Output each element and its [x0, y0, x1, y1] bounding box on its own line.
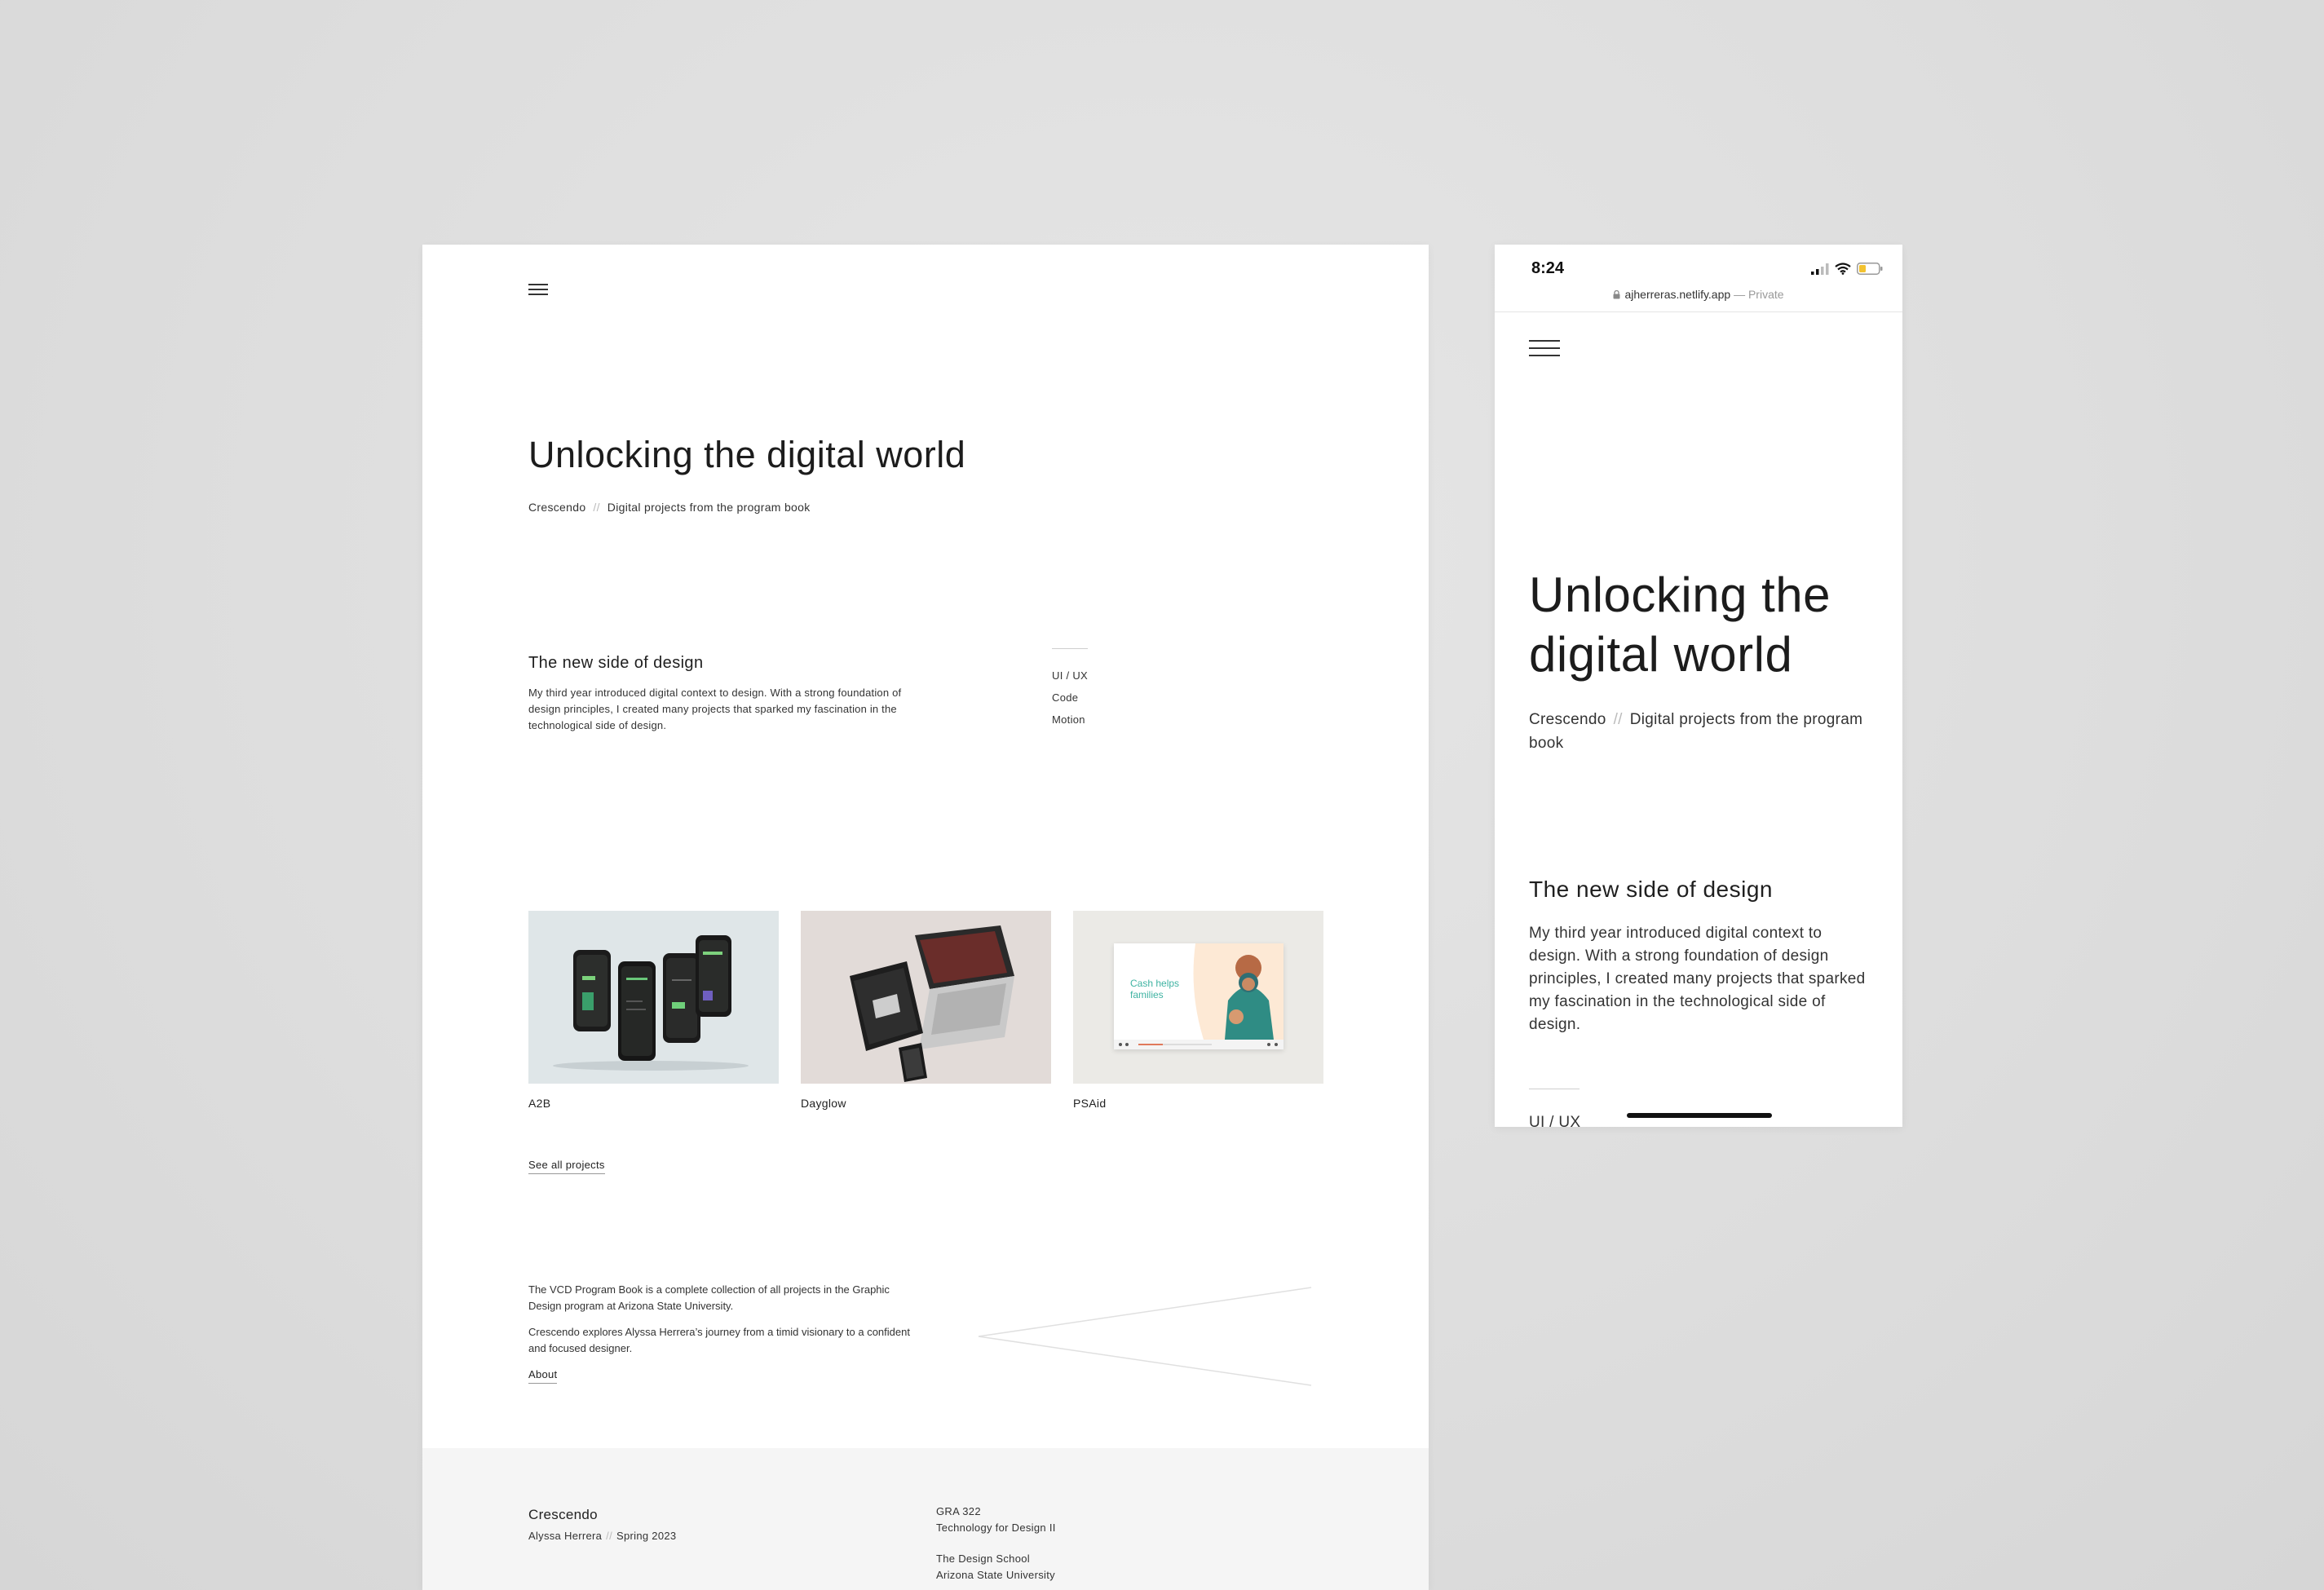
breadcrumb: Crescendo//Digital projects from the pro… — [1529, 708, 1880, 755]
laptop-tablet-mockup-image — [850, 925, 1014, 1082]
address-bar[interactable]: ajherreras.netlify.app — Private — [1495, 288, 1902, 301]
category-tag-list: UI / UX Code Motion — [1052, 665, 1088, 731]
project-card-psaid[interactable]: Cash helps families PSAid — [1073, 911, 1323, 1110]
url-separator: — — [1734, 288, 1746, 301]
tags-divider — [1052, 648, 1088, 649]
video-player-frame: Cash helps families — [1114, 943, 1284, 1049]
wifi-icon — [1835, 263, 1851, 275]
about-paragraph-2: Crescendo explores Alyssa Herrera’s jour… — [528, 1326, 910, 1354]
breadcrumb-separator: // — [593, 501, 600, 514]
footer-site-name: Crescendo — [528, 1507, 598, 1522]
menu-icon[interactable] — [1529, 340, 1560, 362]
footer-school: The Design School Arizona State Universi… — [936, 1551, 1055, 1583]
footer-course: GRA 322 Technology for Design II — [936, 1504, 1056, 1536]
page-title: Unlocking the digital world — [528, 434, 966, 475]
psaid-thumbnail[interactable]: Cash helps families — [1073, 911, 1323, 1084]
desktop-page-preview: Unlocking the digital world Crescendo // D… — [422, 245, 1429, 1590]
a2b-thumbnail[interactable] — [528, 911, 779, 1084]
project-label[interactable]: A2B — [528, 1097, 779, 1110]
status-time: 8:24 — [1531, 259, 1565, 277]
footer-author: Alyssa Herrera — [528, 1530, 603, 1542]
breadcrumb: Crescendo // Digital projects from the pro… — [528, 501, 811, 514]
tag-motion: Motion — [1052, 713, 1085, 726]
tag-ui-ux: UI / UX — [1052, 669, 1088, 682]
project-label[interactable]: Dayglow — [801, 1097, 1051, 1110]
decorative-angle-lines — [978, 1287, 1312, 1386]
intro-heading: The new side of design — [1529, 877, 1773, 902]
footer-school-name: The Design School — [936, 1552, 1030, 1565]
intro-body: My third year introduced digital context… — [528, 687, 902, 731]
footer-separator: // — [606, 1530, 612, 1542]
battery-icon — [1857, 263, 1883, 275]
dayglow-thumbnail[interactable] — [801, 911, 1051, 1084]
browser-status-bar: 8:24 ajherreras.netlify.app — Private — [1495, 245, 1902, 312]
project-card-dayglow[interactable]: Dayglow — [801, 911, 1051, 1110]
project-card-a2b[interactable]: A2B — [528, 911, 779, 1110]
project-grid: A2B Dayglow Cash helps families PSAid — [528, 911, 1323, 1110]
tag-code: Code — [1052, 691, 1079, 704]
mobile-page-preview: 8:24 ajherreras.netlify.app — Private Un… — [1495, 245, 1902, 1127]
breadcrumb-site: Crescendo — [1529, 711, 1606, 728]
about-paragraph-1: The VCD Program Book is a complete colle… — [528, 1283, 890, 1312]
tag-ui-ux: UI / UX — [1529, 1114, 1581, 1127]
about-section: The VCD Program Book is a complete colle… — [528, 1282, 912, 1367]
footer-credit: Alyssa Herrera// Spring 2023 — [528, 1528, 676, 1544]
phones-mockup-image — [553, 935, 749, 1071]
home-indicator[interactable] — [1627, 1113, 1772, 1118]
footer-course-code: GRA 322 — [936, 1505, 981, 1517]
url-text: ajherreras.netlify.app — [1624, 288, 1731, 301]
menu-icon[interactable] — [528, 284, 548, 298]
breadcrumb-site: Crescendo — [528, 501, 586, 514]
site-footer: Crescendo Alyssa Herrera// Spring 2023 GR… — [422, 1448, 1429, 1590]
footer-term: Spring 2023 — [616, 1530, 677, 1542]
about-link[interactable]: About — [528, 1368, 558, 1384]
lock-icon — [1613, 289, 1620, 299]
page-title: Unlocking the digital world — [1529, 568, 1831, 682]
project-label[interactable]: PSAid — [1073, 1097, 1323, 1110]
private-browsing-label: Private — [1747, 288, 1784, 301]
footer-course-name: Technology for Design II — [936, 1522, 1056, 1534]
breadcrumb-section: Digital projects from the program book — [607, 501, 811, 514]
breadcrumb-separator: // — [1613, 711, 1623, 728]
system-indicators — [1811, 263, 1883, 275]
signal-icon — [1811, 263, 1829, 275]
see-all-projects-link[interactable]: See all projects — [528, 1159, 605, 1174]
footer-university: Arizona State University — [936, 1569, 1055, 1581]
intro-body: My third year introduced digital context… — [1529, 925, 1866, 1033]
psaid-thumbnail-caption: Cash helps families — [1130, 978, 1180, 1000]
intro-heading: The new side of design — [528, 654, 704, 672]
